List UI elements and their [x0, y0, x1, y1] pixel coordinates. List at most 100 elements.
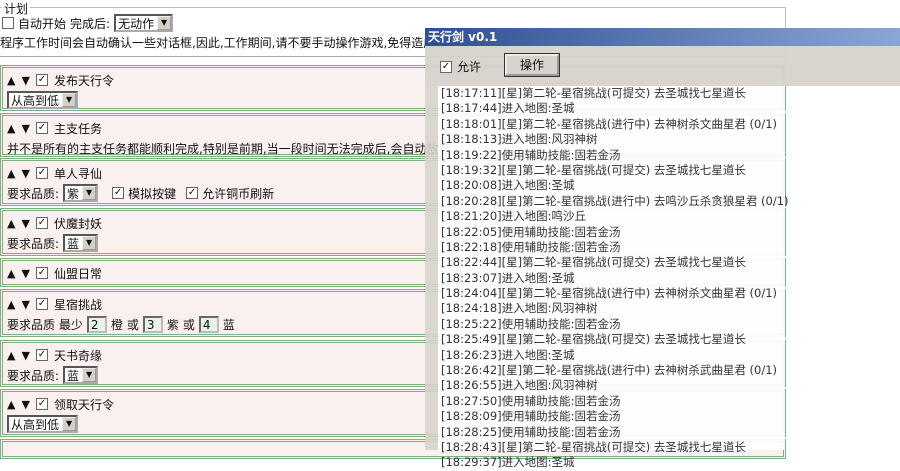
- task-checkbox[interactable]: ✓: [35, 217, 48, 229]
- after-select-value: 无动作: [118, 16, 155, 31]
- move-down-icon[interactable]: ▼: [21, 74, 29, 87]
- move-up-icon[interactable]: ▲: [7, 167, 15, 180]
- orange-label: 橙: [110, 317, 123, 332]
- chevron-down-icon: ▼: [62, 93, 77, 107]
- order-select-value: 从高到低: [11, 417, 60, 432]
- quality-value: 蓝: [67, 368, 80, 383]
- blue-count-input[interactable]: 4: [198, 315, 219, 333]
- log-line: [18:28:43][星]第二轮-星宿挑战(可提交) 去圣城找七星道长: [441, 439, 746, 454]
- task-title: 主支任务: [53, 121, 102, 136]
- move-down-icon[interactable]: ▼: [21, 298, 29, 311]
- log-line: [18:23:07]进入地图:圣城: [441, 270, 575, 285]
- task-title: 发布天行令: [53, 73, 114, 88]
- log-line: [18:20:28][星]第二轮-星宿挑战(进行中) 去鸣沙丘杀贪狼星君 (0/…: [441, 193, 789, 208]
- task-title: 领取天行令: [53, 397, 114, 412]
- task-title: 单人寻仙: [53, 166, 102, 181]
- log-line: [18:28:09]使用辅助技能:固若金汤: [441, 409, 621, 424]
- task-checkbox[interactable]: ✓: [35, 167, 48, 179]
- move-down-icon[interactable]: ▼: [21, 217, 29, 230]
- window-toolbar: ✓ 允许 操作: [425, 46, 900, 86]
- chevron-down-icon: ▼: [82, 186, 97, 200]
- purple-count-input[interactable]: 3: [142, 315, 163, 333]
- app-window: 天行剑 v0.1 ✓ 允许 操作 [18:17:11][星]第二轮-星宿挑战(可提…: [425, 28, 900, 469]
- task-checkbox[interactable]: ✓: [35, 298, 48, 310]
- log-line: [18:26:23]进入地图:圣城: [441, 347, 575, 362]
- move-up-icon[interactable]: ▲: [7, 122, 15, 135]
- chevron-down-icon: ▼: [82, 368, 97, 382]
- log-line: [18:19:32][星]第二轮-星宿挑战(可提交) 去圣城找七星道长: [441, 162, 746, 177]
- log-line: [18:26:42][星]第二轮-星宿挑战(进行中) 去神树杀武曲星君 (0/1…: [441, 363, 778, 378]
- quality-label: 要求品质:: [7, 368, 60, 383]
- task-checkbox[interactable]: ✓: [35, 267, 48, 279]
- or-label: 或: [182, 317, 195, 332]
- quality-select[interactable]: 蓝 ▼: [63, 234, 99, 252]
- task-checkbox[interactable]: ✓: [35, 74, 48, 86]
- copper-refresh-checkbox[interactable]: ✓: [186, 187, 199, 199]
- order-select[interactable]: 从高到低 ▼: [7, 415, 79, 433]
- allow-label: 允许: [457, 60, 482, 74]
- log-line: [18:22:18]使用辅助技能:固若金汤: [441, 239, 621, 254]
- order-select-value: 从高到低: [11, 93, 60, 108]
- simulate-keys-label: 模拟按键: [128, 186, 177, 201]
- auto-start-label: 自动开始: [18, 16, 67, 31]
- move-down-icon[interactable]: ▼: [21, 398, 29, 411]
- move-up-icon[interactable]: ▲: [7, 298, 15, 311]
- log-line: [18:21:20]进入地图:鸣沙丘: [441, 209, 586, 224]
- log-line: [18:22:44][星]第二轮-星宿挑战(可提交) 去圣城找七星道长: [441, 255, 746, 270]
- log-line: [18:24:04][星]第二轮-星宿挑战(进行中) 去神树杀文曲星君 (0/1…: [441, 286, 778, 301]
- task-checkbox[interactable]: ✓: [35, 122, 48, 134]
- simulate-keys-checkbox[interactable]: ✓: [112, 187, 125, 199]
- or-label: 或: [126, 317, 139, 332]
- log-line: [18:22:05]使用辅助技能:固若金汤: [441, 224, 621, 239]
- quality-select[interactable]: 紫 ▼: [63, 184, 99, 202]
- window-title[interactable]: 天行剑 v0.1: [425, 28, 900, 46]
- log-list[interactable]: [18:17:11][星]第二轮-星宿挑战(可提交) 去圣城找七星道长 [18:1…: [438, 86, 789, 469]
- task-title: 仙盟日常: [53, 266, 102, 281]
- move-down-icon[interactable]: ▼: [21, 167, 29, 180]
- move-up-icon[interactable]: ▲: [7, 398, 15, 411]
- log-line: [18:20:08]进入地图:圣城: [441, 178, 575, 193]
- move-down-icon[interactable]: ▼: [21, 267, 29, 280]
- window-body: [425, 86, 438, 450]
- plan-options: 自动开始 完成后: 无动作 ▼: [2, 14, 174, 32]
- quality-value: 蓝: [67, 236, 80, 251]
- operate-button[interactable]: 操作: [504, 53, 560, 77]
- log-line: [18:25:22]使用辅助技能:固若金汤: [441, 316, 621, 331]
- task-title: 星宿挑战: [53, 297, 102, 312]
- move-up-icon[interactable]: ▲: [7, 267, 15, 280]
- log-line: [18:18:01][星]第二轮-星宿挑战(进行中) 去神树杀文曲星君 (0/1…: [441, 116, 778, 131]
- quality-value: 紫: [67, 186, 80, 201]
- copper-refresh-label: 允许铜币刷新: [202, 186, 275, 201]
- log-line: [18:24:18]进入地图:风羽神树: [441, 301, 598, 316]
- move-down-icon[interactable]: ▼: [21, 122, 29, 135]
- blue-label: 蓝: [222, 317, 235, 332]
- log-line: [18:29:37]进入地图:圣城: [441, 455, 575, 470]
- log-line: [18:17:11][星]第二轮-星宿挑战(可提交) 去圣城找七星道长: [441, 86, 746, 100]
- chevron-down-icon: ▼: [62, 417, 77, 431]
- plan-note: 程序工作时间会自动确认一些对话框,因此,工作期间,请不要手动操作游戏,免得造成意: [0, 36, 448, 50]
- log-line: [18:17:44]进入地图:圣城: [441, 101, 575, 116]
- move-up-icon[interactable]: ▲: [7, 74, 15, 87]
- quality-label: 要求品质 最少: [7, 317, 83, 332]
- orange-count-input[interactable]: 2: [86, 315, 107, 333]
- allow-checkbox[interactable]: ✓: [440, 60, 452, 73]
- task-title: 天书奇缘: [53, 348, 102, 363]
- quality-label: 要求品质:: [7, 186, 60, 201]
- quality-select[interactable]: 蓝 ▼: [63, 366, 99, 384]
- move-up-icon[interactable]: ▲: [7, 217, 15, 230]
- log-line: [18:19:22]使用辅助技能:固若金汤: [441, 147, 621, 162]
- quality-label: 要求品质:: [7, 236, 60, 251]
- task-checkbox[interactable]: ✓: [35, 349, 48, 361]
- move-up-icon[interactable]: ▲: [7, 349, 15, 362]
- move-down-icon[interactable]: ▼: [21, 349, 29, 362]
- purple-label: 紫: [166, 317, 179, 332]
- auto-start-checkbox[interactable]: [2, 17, 14, 29]
- log-line: [18:18:13]进入地图:风羽神树: [441, 132, 598, 147]
- order-select[interactable]: 从高到低 ▼: [7, 91, 79, 109]
- task-note: 并不是所有的主支任务都能顺利完成,特别是前期,当一段时间无法完成后,会自动放弃: [7, 141, 451, 156]
- after-select[interactable]: 无动作 ▼: [114, 14, 174, 32]
- log-line: [18:27:50]使用辅助技能:固若金汤: [441, 393, 621, 408]
- log-line: [18:26:55]进入地图:风羽神树: [441, 378, 598, 393]
- log-line: [18:25:49][星]第二轮-星宿挑战(可提交) 去圣城找七星道长: [441, 332, 746, 347]
- task-checkbox[interactable]: ✓: [35, 398, 48, 410]
